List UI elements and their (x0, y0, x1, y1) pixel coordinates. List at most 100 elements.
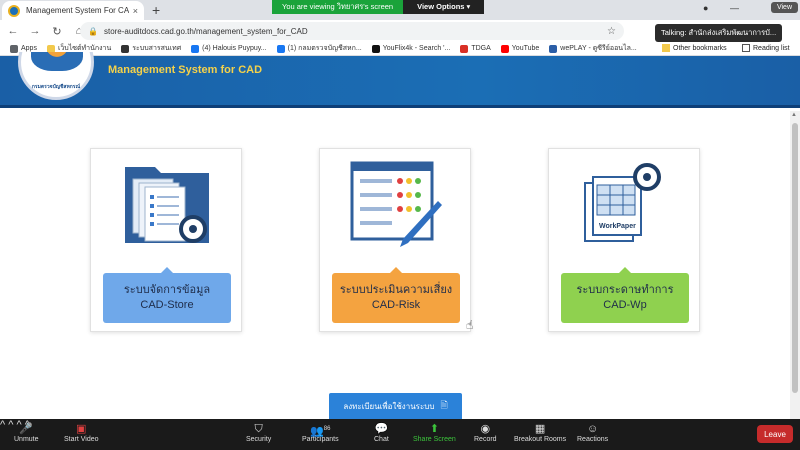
bookmark-item[interactable]: (1) กลมตรวจบัญชีสหก... (276, 43, 362, 54)
workpaper-text: WorkPaper (599, 223, 636, 230)
record-label: Record (474, 436, 497, 443)
start-video-label: Start Video (64, 436, 99, 443)
cad-wp-button[interactable]: ระบบกระดาษทำการ CAD-Wp (561, 267, 689, 323)
cad-wp-label: CAD-Wp (603, 299, 647, 311)
cad-store-thai-label: ระบบจัดการข้อมูล (123, 284, 211, 296)
folder-documents-gear-icon (125, 167, 209, 243)
new-tab-button[interactable]: + (152, 2, 160, 18)
card-cad-wp[interactable]: WorkPaper ระบบกระดาษทำการ CAD-Wp (548, 148, 700, 332)
share-screen-icon: ⬆ (429, 423, 440, 435)
scroll-up-icon[interactable]: ▲ (791, 112, 797, 118)
shield-icon: ⛉ (254, 423, 263, 435)
reading-list[interactable]: Reading list (742, 44, 790, 52)
register-label: ลงทะเบียนเพื่อใช้งานระบบ (343, 401, 435, 411)
tab-close-icon[interactable]: × (133, 6, 138, 16)
address-bar[interactable]: 🔒 store-auditdocs.cad.go.th/management_s… (80, 22, 624, 40)
card-cad-store[interactable]: ระบบจัดการข้อมูล CAD-Store (90, 148, 242, 332)
chat-icon: 💬 (374, 423, 389, 435)
reactions-button[interactable]: ☺ Reactions (577, 422, 608, 443)
lock-icon[interactable]: 🔒 (88, 27, 98, 36)
zoom-talking-indicator: Talking: สำนักส่งเสริมพัฒนาการบั... (655, 24, 783, 42)
scroll-thumb[interactable] (792, 123, 798, 393)
cad-store-label: CAD-Store (140, 299, 194, 311)
share-screen-button[interactable]: ⬆ Share Screen (413, 422, 456, 443)
cad-risk-button[interactable]: ระบบประเมินความเสี่ยง CAD-Risk (332, 267, 460, 323)
bookmark-favicon-icon (276, 44, 285, 53)
view-options-button[interactable]: View Options ▾ (403, 0, 485, 14)
audio-options-chevron-icon[interactable]: ^ (0, 419, 5, 431)
cad-risk-thai-label: ระบบประเมินความเสี่ยง (339, 284, 453, 296)
bookmark-favicon-icon (549, 44, 558, 53)
bookmark-label: (1) กลมตรวจบัญชีสหก... (287, 45, 362, 52)
profile-dot-icon[interactable]: ● (703, 3, 708, 13)
viewing-screen-text: You are viewing วิทยาศร's screen (272, 0, 404, 14)
participants-label: Participants (302, 436, 339, 443)
logo-emblem: กรมตรวจบัญชีสหกรณ์ (18, 52, 94, 100)
logo-text: กรมตรวจบัญชีสหกรณ์ (31, 84, 81, 90)
bookmark-label: Apps (21, 45, 37, 52)
browser-tab[interactable]: Management System For CAD × (2, 1, 144, 20)
leave-button[interactable]: Leave (757, 425, 793, 443)
checklist-pen-icon (350, 161, 442, 247)
site-title: Management System for CAD (108, 64, 263, 76)
cad-risk-label: CAD-Risk (371, 299, 421, 311)
browser-tab-strip: Management System For CAD × + You are vi… (0, 0, 800, 20)
other-bookmarks[interactable]: Other bookmarks (662, 44, 727, 52)
start-video-button[interactable]: ▣ Start Video (64, 422, 99, 443)
other-bookmarks-label: Other bookmarks (673, 44, 727, 52)
reload-icon[interactable]: ↻ (48, 25, 66, 38)
bookmark-item[interactable]: ระบบสารสนเทศ (121, 43, 181, 54)
site-favicon-icon (8, 4, 20, 17)
bookmark-item[interactable]: YouTube (500, 44, 540, 53)
bookmark-favicon-icon (500, 44, 509, 53)
breakout-rooms-label: Breakout Rooms (514, 436, 567, 443)
card-cad-risk[interactable]: ระบบประเมินความเสี่ยง CAD-Risk (319, 148, 471, 332)
bookmark-star-icon[interactable]: ☆ (607, 26, 616, 37)
back-icon[interactable]: ← (4, 25, 22, 37)
bookmark-label: YouTube (511, 45, 540, 52)
bookmark-label: (4) Halouis Puypuy... (202, 45, 267, 52)
page-scrollbar[interactable]: ▲ (790, 111, 800, 419)
forward-icon[interactable]: → (26, 25, 44, 37)
bookmark-label: YouFlix4k - Search '... (382, 45, 451, 52)
unmute-label: Unmute (14, 436, 39, 443)
chat-button[interactable]: 💬 Chat (374, 422, 389, 443)
muted-mic-icon: 🎤 (19, 423, 34, 435)
reading-list-label: Reading list (753, 44, 790, 52)
bookmark-item[interactable]: TDGA (460, 44, 491, 53)
bookmark-favicon-icon (191, 44, 200, 53)
unmute-button[interactable]: 🎤 Unmute (14, 422, 39, 443)
bookmark-item[interactable]: wePLAY - ดูซีรีย์ออนไล... (549, 43, 637, 54)
video-off-icon: ▣ (76, 423, 87, 435)
share-screen-label: Share Screen (413, 436, 456, 443)
participants-icon: 👥86 (310, 425, 331, 438)
reactions-label: Reactions (577, 436, 609, 443)
record-icon: ◉ (480, 423, 491, 435)
record-button[interactable]: ◉ Record (474, 422, 497, 443)
participants-count: 86 (323, 426, 331, 432)
chat-label: Chat (374, 436, 389, 443)
video-options-chevron-icon[interactable]: ^ (8, 419, 13, 431)
reactions-icon: ☺ (586, 423, 599, 435)
bookmark-item[interactable]: YouFlix4k - Search '... (371, 44, 451, 53)
bookmark-favicon-icon (460, 44, 469, 53)
bookmark-label: ระบบสารสนเทศ (132, 45, 182, 52)
security-button[interactable]: ⛉ Security (246, 422, 271, 443)
bookmark-item[interactable]: (4) Halouis Puypuy... (191, 44, 267, 53)
zoom-screen-share-banner: You are viewing วิทยาศร's screen View Op… (272, 0, 485, 14)
bookmark-label: TDGA (471, 45, 491, 52)
folder-icon (662, 44, 670, 52)
cad-logo: กรมตรวจบัญชีสหกรณ์ (16, 52, 96, 108)
breakout-rooms-button[interactable]: ▦ Breakout Rooms (514, 422, 566, 443)
bookmark-favicon-icon (371, 44, 380, 53)
breakout-rooms-icon: ▦ (534, 423, 546, 435)
bookmark-favicon-icon (121, 44, 130, 53)
zoom-view-button[interactable]: View (770, 2, 798, 13)
participants-button[interactable]: 👥86 Participants (302, 422, 339, 443)
minimize-icon[interactable]: — (730, 3, 739, 13)
url-text[interactable]: store-auditdocs.cad.go.th/management_sys… (104, 27, 607, 36)
cad-store-button[interactable]: ระบบจัดการข้อมูล CAD-Store (103, 267, 231, 323)
reading-list-icon (742, 44, 750, 52)
register-button[interactable]: ลงทะเบียนเพื่อใช้งานระบบ 🗎 (329, 393, 462, 419)
tab-title: Management System For CAD (26, 6, 129, 15)
